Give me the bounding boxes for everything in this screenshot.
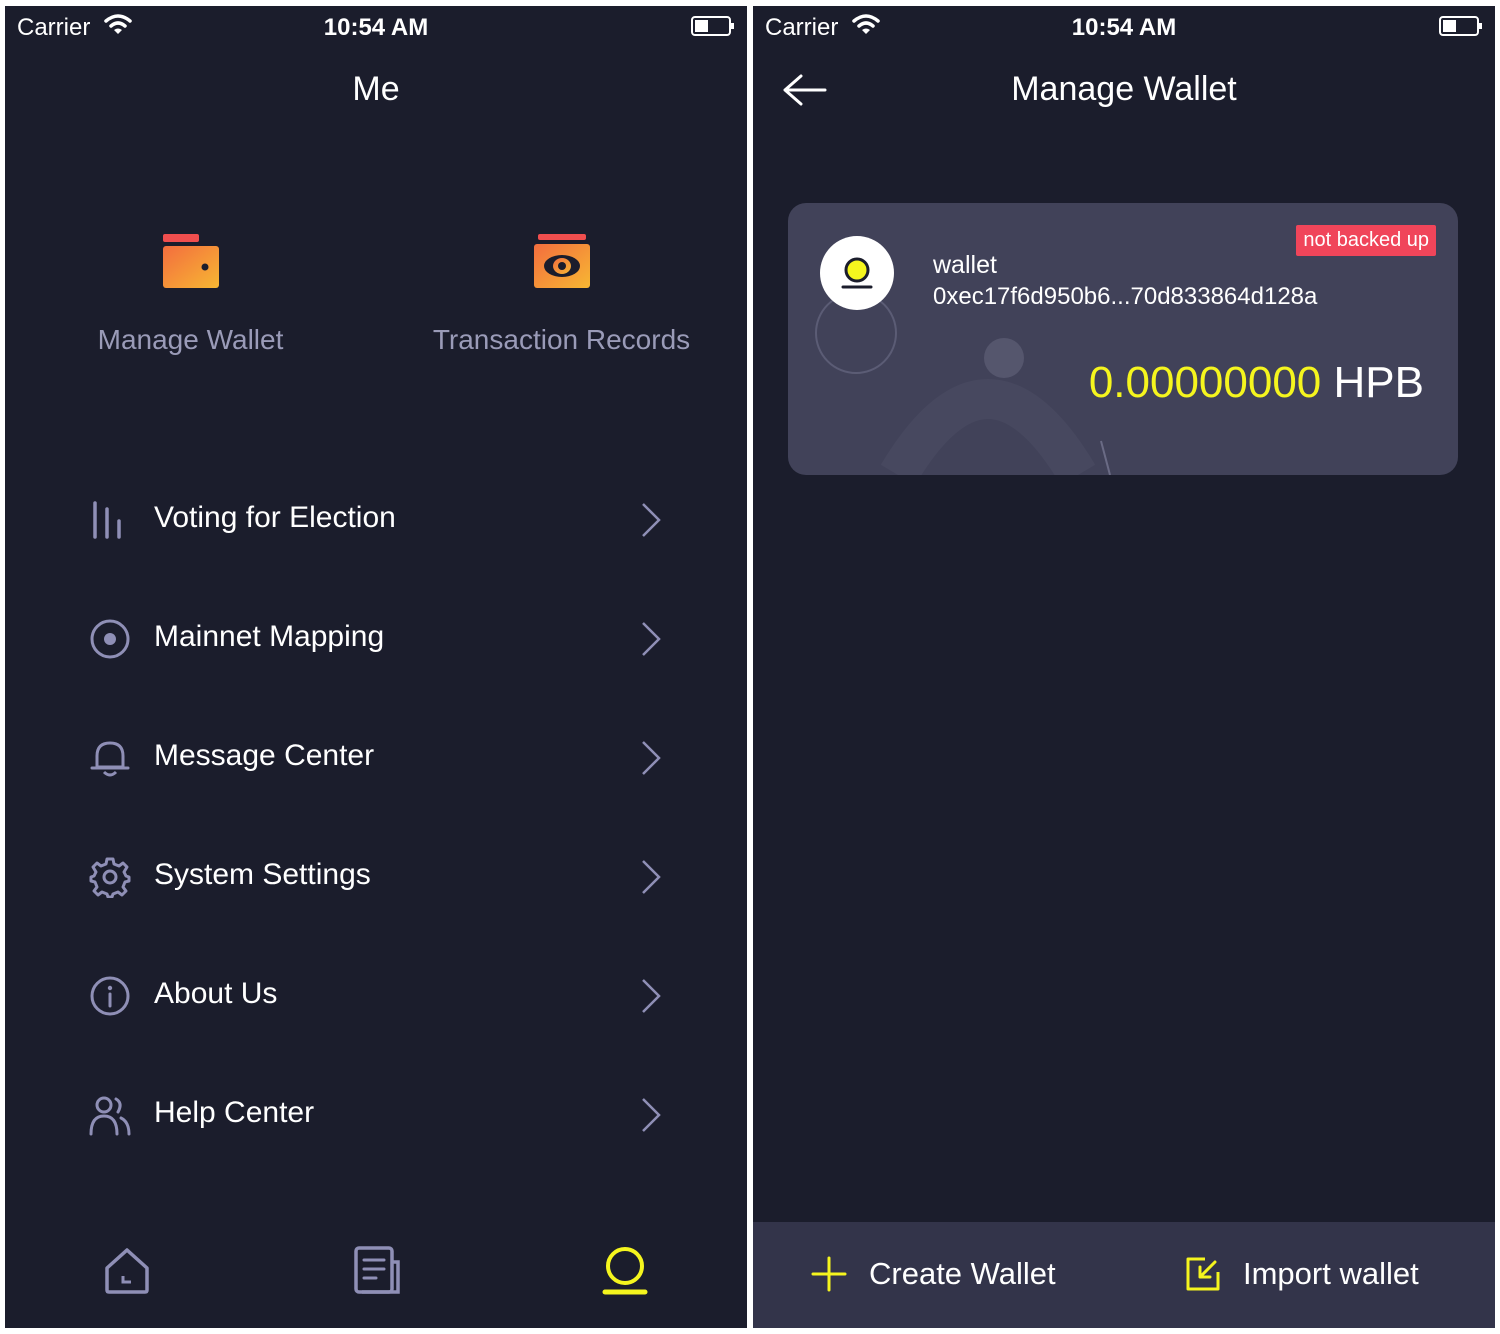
chevron-right-icon: [642, 1098, 661, 1132]
balance-amount: 0.00000000: [1088, 358, 1322, 407]
manage-wallet-screen: Carrier 10:54 AM Manage Wallet not backe…: [753, 6, 1495, 1328]
chevron-right-icon: [642, 503, 661, 537]
transaction-records-label: Transaction Records: [432, 324, 691, 355]
menu-label: Mainnet Mapping: [154, 620, 385, 653]
document-icon[interactable]: [348, 1242, 404, 1298]
status-bar: Carrier 10:54 AM: [5, 6, 747, 50]
wallet-icon: [162, 234, 219, 288]
wallet-balance: 0.00000000 HPB: [1089, 358, 1424, 408]
menu-label: Message Center: [154, 739, 375, 772]
status-time: 10:54 AM: [323, 14, 429, 41]
menu-item-mainnet-mapping[interactable]: Mainnet Mapping: [5, 599, 747, 679]
status-time: 10:54 AM: [1071, 14, 1177, 41]
tab-bar: [5, 1218, 747, 1328]
import-wallet-button[interactable]: Import wallet: [1185, 1248, 1465, 1298]
import-wallet-label: Import wallet: [1243, 1256, 1419, 1291]
profile-icon[interactable]: [597, 1242, 653, 1298]
chevron-right-icon: [642, 860, 661, 894]
page-title: Me: [352, 70, 400, 108]
create-wallet-button[interactable]: Create Wallet: [811, 1248, 1091, 1298]
battery-icon: [1439, 16, 1482, 36]
gear-icon: [89, 857, 131, 898]
menu-label: System Settings: [154, 858, 371, 891]
wallet-logo-icon: [841, 257, 873, 289]
money-icon: [533, 234, 590, 288]
balance-unit: HPB: [1333, 358, 1424, 407]
wallet-action-bar: Create Wallet Import wallet: [753, 1222, 1495, 1328]
chevron-right-icon: [642, 979, 661, 1013]
people-icon: [89, 1096, 131, 1136]
bell-icon: [90, 741, 130, 777]
menu-item-help-center[interactable]: Help Center: [5, 1075, 747, 1155]
bars-icon: [93, 501, 121, 539]
wallet-address: 0xec17f6d950b6...70d833864d128a: [933, 283, 1318, 310]
plus-icon: [811, 1256, 847, 1292]
menu-item-system-settings[interactable]: System Settings: [5, 837, 747, 917]
menu-label: About Us: [154, 977, 278, 1010]
menu-item-about-us[interactable]: About Us: [5, 956, 747, 1036]
menu-item-voting[interactable]: Voting for Election: [5, 480, 747, 560]
menu-label: Help Center: [154, 1096, 315, 1129]
home-icon[interactable]: [99, 1242, 155, 1298]
create-wallet-label: Create Wallet: [869, 1256, 1056, 1291]
manage-wallet-label: Manage Wallet: [97, 324, 284, 355]
backup-status-badge: not backed up: [1296, 225, 1436, 256]
transaction-records-shortcut[interactable]: Transaction Records: [376, 230, 747, 356]
target-icon: [90, 619, 130, 659]
chevron-right-icon: [642, 741, 661, 775]
manage-wallet-shortcut[interactable]: Manage Wallet: [5, 230, 376, 356]
avatar: [820, 236, 894, 310]
info-icon: [90, 976, 130, 1016]
chevron-right-icon: [642, 622, 661, 656]
page-title: Manage Wallet: [1011, 70, 1237, 108]
menu-label: Voting for Election: [154, 501, 396, 534]
wallet-name: wallet: [933, 251, 997, 279]
me-screen: Carrier 10:54 AM Me Manage Wallet Transa…: [5, 6, 747, 1328]
import-icon: [1186, 1257, 1220, 1291]
status-bar: Carrier 10:54 AM: [753, 6, 1495, 50]
wallet-card[interactable]: not backed up wallet 0xec17f6d950b6...70…: [788, 203, 1458, 475]
menu-item-message-center[interactable]: Message Center: [5, 718, 747, 798]
battery-icon: [691, 16, 734, 36]
